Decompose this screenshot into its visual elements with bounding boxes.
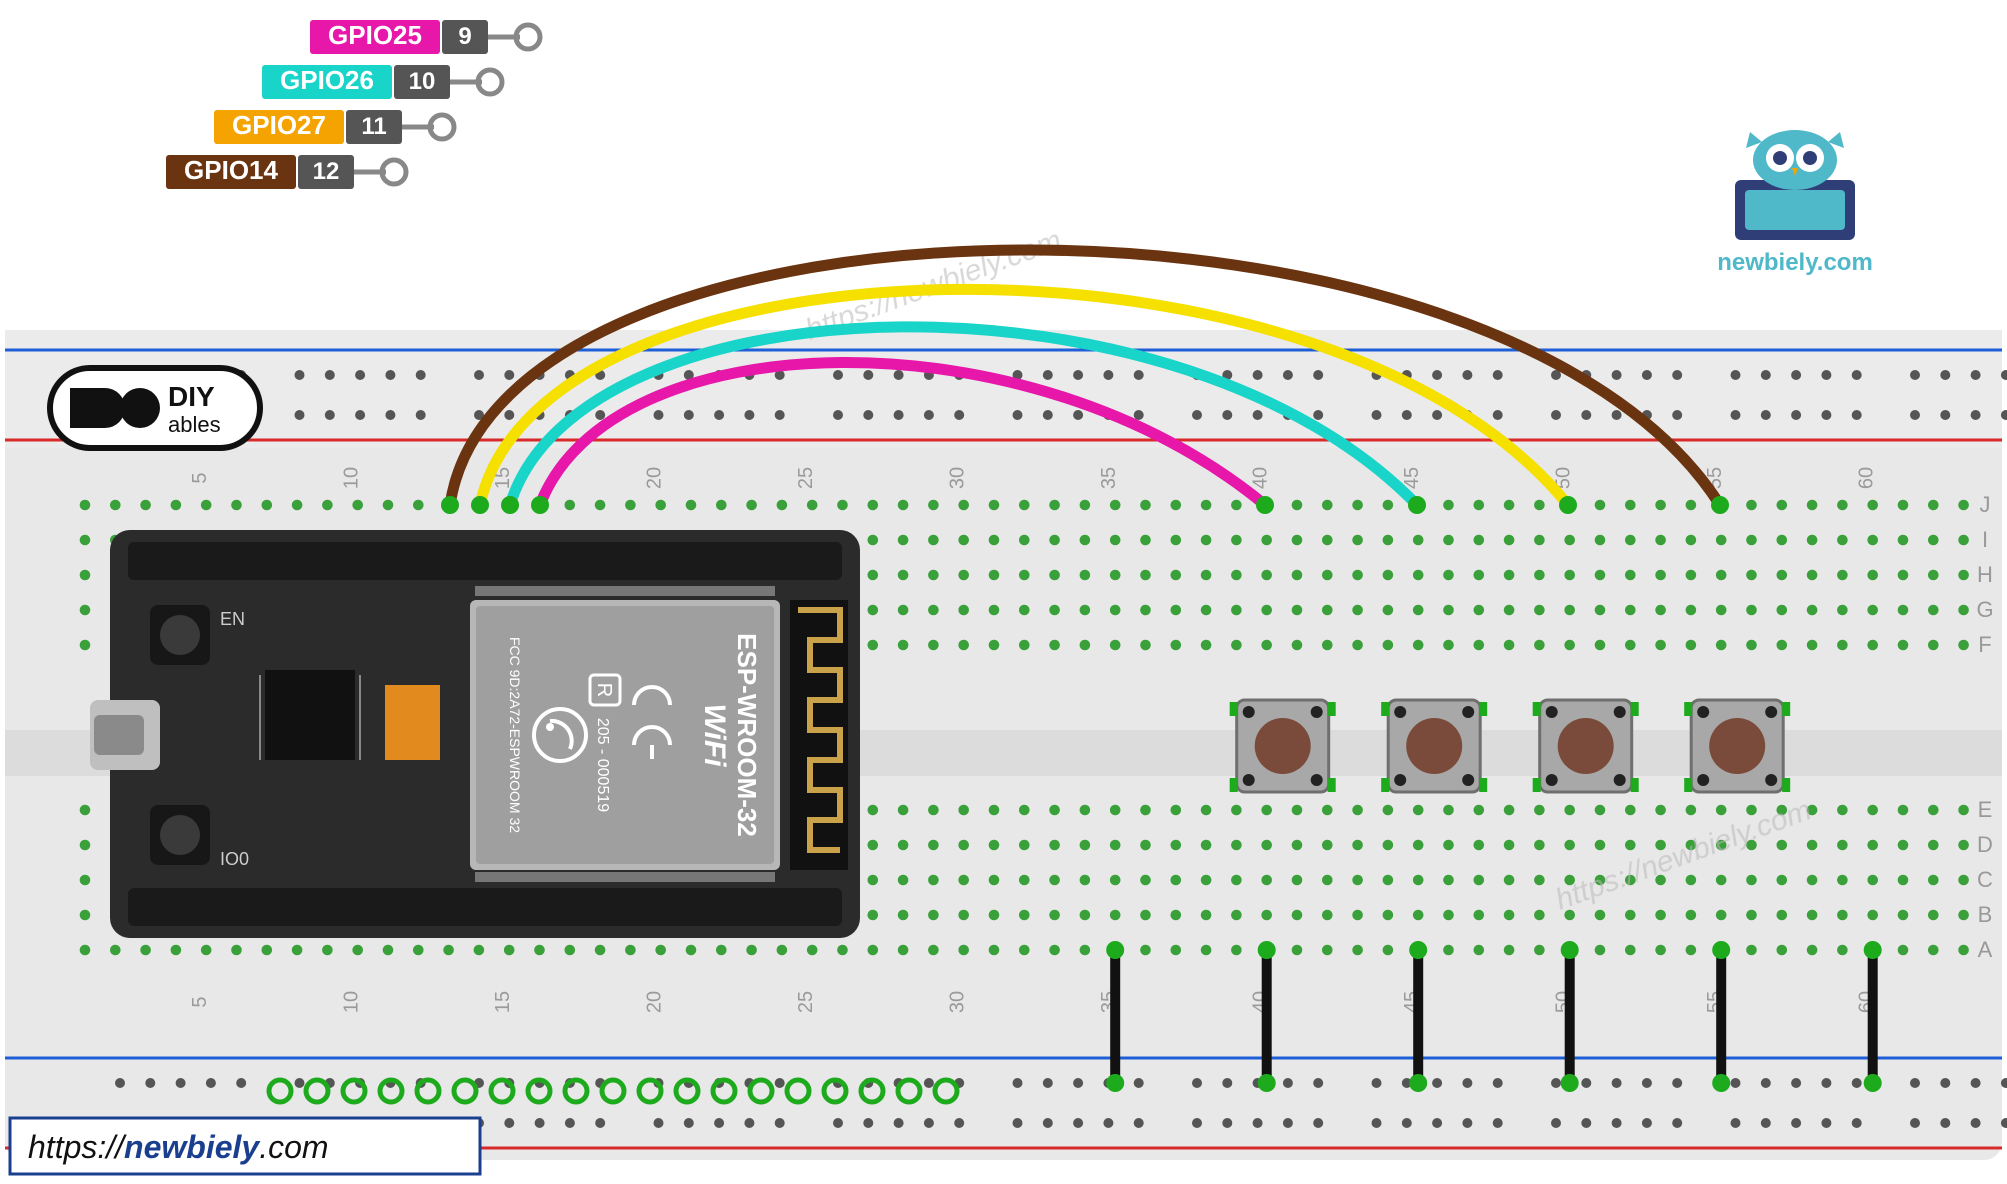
mascot-url: newbiely.com (1717, 249, 1873, 276)
svg-text:20: 20 (644, 991, 666, 1013)
diyables-logo: DIY ables (50, 368, 260, 448)
rf-shield: ESP-WROOM-32 WiFi R 205 - 000519 FCC 9D:… (470, 600, 780, 870)
svg-text:25: 25 (795, 991, 817, 1013)
svg-text:D: D (1977, 832, 1993, 857)
svg-text:B: B (1978, 902, 1993, 927)
svg-text:G: G (1976, 597, 1993, 622)
svg-text:I: I (1982, 527, 1988, 552)
footer-suffix: .com (259, 1129, 328, 1165)
gpio-label: GPIO26 (280, 65, 374, 95)
logo-brand: DIY (168, 381, 215, 412)
gpio-label: GPIO25 (328, 20, 422, 50)
legend-item: GPIO26 10 (262, 65, 502, 99)
svg-text:5: 5 (189, 472, 211, 483)
legend-item: GPIO14 12 (166, 155, 406, 189)
svg-text:25: 25 (795, 467, 817, 489)
svg-text:20: 20 (644, 467, 666, 489)
footer-host: newbiely (124, 1129, 261, 1165)
esp-fcc: FCC 9D:2A72-ESPWROOM 32 (507, 637, 523, 833)
tactile-button[interactable] (1381, 700, 1487, 792)
svg-text:15: 15 (492, 991, 514, 1013)
svg-text:10: 10 (341, 467, 363, 489)
gpio-label: GPIO27 (232, 110, 326, 140)
pin-label: 11 (361, 113, 386, 140)
pin-label: 9 (458, 23, 471, 50)
svg-text:35: 35 (1098, 467, 1120, 489)
svg-text:https://newbiely.com: https://newbiely.com (28, 1129, 329, 1165)
tactile-button[interactable] (1533, 700, 1639, 792)
mascot-logo: newbiely.com (1717, 130, 1873, 276)
legend-item: GPIO25 9 (310, 20, 540, 54)
r-mark: R (593, 683, 615, 697)
footer-prefix: https:// (28, 1129, 127, 1165)
svg-text:40: 40 (1250, 467, 1272, 489)
svg-text:60: 60 (1856, 467, 1878, 489)
gpio-label: GPIO14 (184, 155, 278, 185)
pcb-antenna (790, 600, 848, 870)
esp-serial: 205 - 000519 (594, 718, 611, 812)
svg-text:30: 30 (947, 467, 969, 489)
esp-wifi: WiFi (698, 703, 731, 767)
pin-label: 12 (313, 158, 340, 185)
esp-name: ESP-WROOM-32 (732, 633, 762, 837)
svg-text:5: 5 (189, 996, 211, 1007)
tactile-button[interactable] (1230, 700, 1336, 792)
svg-text:H: H (1977, 562, 1993, 587)
usb-port (90, 700, 160, 770)
svg-text:A: A (1978, 937, 1993, 962)
footer-url[interactable]: https://newbiely.com (10, 1118, 480, 1174)
en-label: EN (220, 609, 245, 629)
svg-text:C: C (1977, 867, 1993, 892)
logo-suffix: ables (168, 412, 221, 437)
svg-text:30: 30 (947, 991, 969, 1013)
pin-label: 10 (409, 68, 436, 95)
svg-text:J: J (1980, 492, 1991, 517)
wiring-diagram: GPIO25 9 GPIO26 10 GPIO27 11 GPIO14 (0, 0, 2007, 1184)
io0-label: IO0 (220, 849, 249, 869)
svg-text:E: E (1978, 797, 1993, 822)
gpio-legend: GPIO25 9 GPIO26 10 GPIO27 11 GPIO14 (166, 20, 540, 189)
svg-text:10: 10 (341, 991, 363, 1013)
tactile-button[interactable] (1684, 700, 1790, 792)
legend-item: GPIO27 11 (214, 110, 454, 144)
svg-text:F: F (1978, 632, 1991, 657)
power-rail-top (5, 330, 2002, 448)
